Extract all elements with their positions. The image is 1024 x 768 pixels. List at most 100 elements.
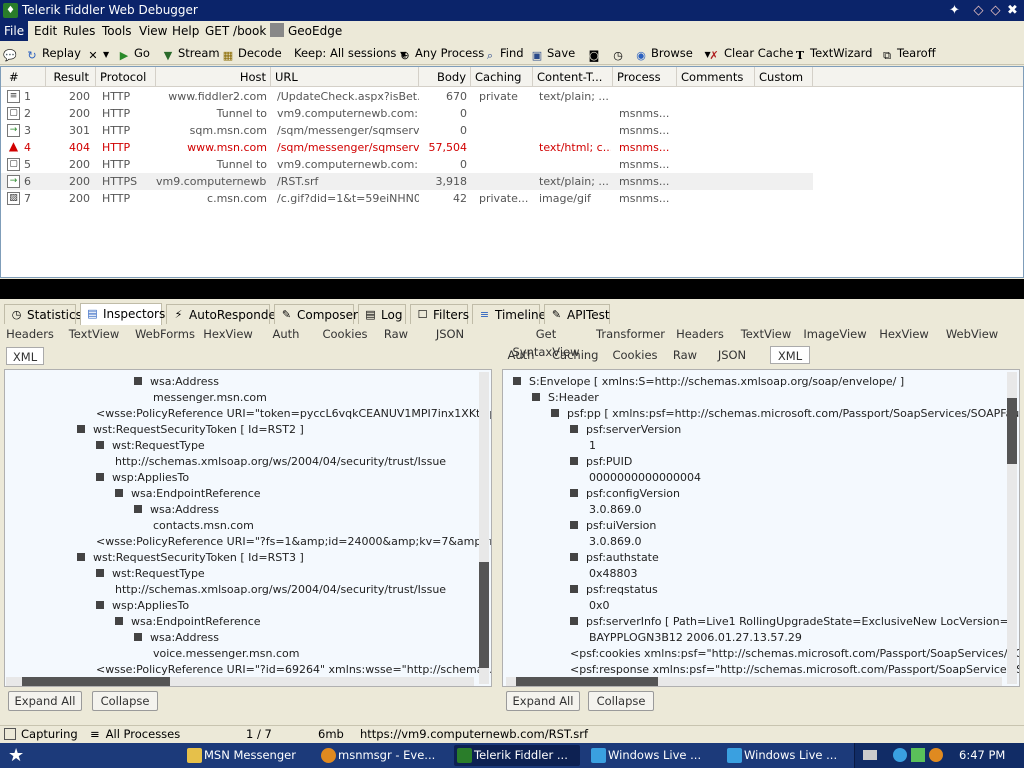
column-header-url[interactable]: URL — [271, 67, 419, 87]
request-tab-webforms[interactable]: WebForms — [134, 325, 196, 343]
xml-tree-node[interactable]: wsa:Address — [134, 374, 219, 390]
session-row[interactable]: ▨ 7 200 HTTP c.msn.com/c.gif?did=1&t=59eiNHN… — [1, 190, 813, 207]
request-tab-textview[interactable]: TextView — [64, 325, 124, 343]
find-button[interactable]: ⌕ Find — [483, 44, 524, 62]
xml-tree-node[interactable]: 0x48803 — [589, 566, 638, 582]
response-tab-xml[interactable]: XML — [770, 346, 810, 364]
browse-button[interactable]: ◉ Browse ▼ — [634, 44, 711, 62]
comment-button[interactable]: 💬 — [3, 44, 23, 62]
xml-tree-node[interactable]: 0000000000000004 — [589, 470, 701, 486]
response-tab-json[interactable]: JSON — [712, 346, 752, 364]
xml-tree-node[interactable]: 0x0 — [589, 598, 610, 614]
column-header-num[interactable]: # — [1, 67, 46, 87]
xml-tree-node[interactable]: wsa:EndpointReference — [115, 614, 261, 630]
xml-tree-node[interactable]: wsa:Address — [134, 502, 219, 518]
xml-tree-node[interactable]: contacts.msn.com — [153, 518, 254, 534]
menu-file[interactable]: File — [0, 21, 29, 41]
xml-tree-node[interactable]: <wsse:PolicyReference URI="?id=69264" xm… — [96, 662, 491, 678]
column-header-comments[interactable]: Comments — [677, 67, 755, 87]
network-tray-icon[interactable] — [911, 748, 925, 762]
clear-cache-button[interactable]: ✗ Clear Cache — [707, 44, 793, 62]
xml-tree-node[interactable]: wst:RequestSecurityToken [ Id=RST3 ] — [77, 550, 304, 566]
column-header-caching[interactable]: Caching — [471, 67, 533, 87]
response-tab-cookies[interactable]: Cookies — [610, 346, 660, 364]
menu-geoedge[interactable]: GeoEdge — [266, 21, 346, 41]
response-tab-get-syntaxview[interactable]: Get SyntaxView — [502, 325, 590, 359]
decode-button[interactable]: ▦ Decode — [221, 44, 282, 62]
response-tab-raw[interactable]: Raw — [668, 346, 702, 364]
xml-tree-node[interactable]: voice.messenger.msn.com — [153, 646, 299, 662]
process-filter[interactable]: ≡ All Processes — [90, 726, 180, 743]
xml-tree-node[interactable]: wsa:EndpointReference — [115, 486, 261, 502]
xml-tree-node[interactable]: 1 — [589, 438, 596, 454]
menu-get-book[interactable]: GET /book — [201, 21, 270, 41]
menu-view[interactable]: View — [135, 21, 171, 41]
xml-tree-node[interactable]: wsp:AppliesTo — [96, 470, 189, 486]
column-header-result[interactable]: Result — [46, 67, 96, 87]
request-tab-xml[interactable]: XML — [6, 347, 44, 365]
column-header-process[interactable]: Process — [613, 67, 677, 87]
xml-tree-node[interactable]: psf:serverVersion — [570, 422, 681, 438]
response-tab-webview[interactable]: WebView — [944, 325, 1000, 343]
clock[interactable]: 6:47 PM — [959, 743, 1005, 768]
response-tab-auth[interactable]: Auth — [502, 346, 540, 364]
xml-tree-node[interactable]: 3.0.869.0 — [589, 534, 641, 550]
tab-statistics[interactable]: ◷ Statistics — [4, 304, 82, 324]
menu-tools[interactable]: Tools — [98, 21, 136, 41]
timer-button[interactable]: ◷ — [611, 44, 629, 62]
xml-tree-node[interactable]: psf:configVersion — [570, 486, 680, 502]
xml-tree-node[interactable]: psf:serverInfo [ Path=Live1 RollingUpgra… — [570, 614, 1019, 630]
xml-tree-node[interactable]: wsp:AppliesTo — [96, 598, 189, 614]
start-button[interactable]: ★ — [2, 745, 32, 766]
tab-autoresponder[interactable]: ⚡ AutoResponder — [166, 304, 281, 324]
close-icon[interactable]: ✖ — [1004, 2, 1021, 19]
save-button[interactable]: ▣ Save — [530, 44, 575, 62]
response-vertical-scroll-thumb[interactable] — [1007, 398, 1017, 464]
session-row[interactable]: ▢ 5 200 HTTP Tunnel to vm9.computernewb.com:.… — [1, 156, 813, 173]
response-collapse-button[interactable]: Collapse — [588, 691, 654, 711]
xml-tree-node[interactable]: messenger.msn.com — [153, 390, 267, 406]
taskbar-item-msn-messenger[interactable]: MSN Messenger — [184, 745, 310, 766]
xml-tree-node[interactable]: psf:uiVersion — [570, 518, 656, 534]
session-row[interactable]: ▢ 2 200 HTTP Tunnel to vm9.computernewb.com:.… — [1, 105, 813, 122]
request-collapse-button[interactable]: Collapse — [92, 691, 158, 711]
xml-tree-node[interactable]: <psf:cookies xmlns:psf="http://schemas.m… — [570, 646, 1019, 662]
textwizard-button[interactable]: T TextWizard — [793, 44, 873, 62]
taskbar-item-windows-live-1[interactable]: Windows Live ... — [588, 745, 714, 766]
response-tab-textview[interactable]: TextView — [736, 325, 796, 343]
xml-tree-node[interactable]: http://schemas.xmlsoap.org/ws/2004/04/se… — [115, 454, 446, 470]
xml-tree-node[interactable]: psf:authstate — [570, 550, 659, 566]
xml-tree-node[interactable]: S:Envelope [ xmlns:S=http://schemas.xmls… — [513, 374, 904, 390]
request-horizontal-scroll-thumb[interactable] — [22, 677, 170, 686]
response-horizontal-scroll-thumb[interactable] — [516, 677, 658, 686]
session-row[interactable]: ≡ 1 200 HTTP www.fiddler2.com/UpdateCheck.as… — [1, 88, 813, 105]
request-horizontal-scrollbar[interactable] — [6, 677, 474, 686]
xml-tree-node[interactable]: wst:RequestSecurityToken [ Id=RST2 ] — [77, 422, 304, 438]
xml-tree-node[interactable]: wst:RequestType — [96, 438, 205, 454]
column-header-protocol[interactable]: Protocol — [96, 67, 156, 87]
restore-icon[interactable]: ◇ — [987, 2, 1004, 19]
messenger-tray-icon[interactable] — [893, 748, 907, 762]
tab-apitest[interactable]: ✎ APITest — [544, 304, 610, 324]
response-tab-headers[interactable]: Headers — [670, 325, 730, 343]
xml-tree-node[interactable]: wst:RequestType — [96, 566, 205, 582]
response-tab-caching[interactable]: Caching — [552, 346, 598, 364]
xml-tree-node[interactable]: <psf:response xmlns:psf="http://schemas.… — [570, 662, 1019, 678]
xml-tree-node[interactable]: psf:pp [ xmlns:psf=http://schemas.micros… — [551, 406, 1019, 422]
replay-button[interactable]: ↻ Replay — [25, 44, 81, 62]
response-tab-imageview[interactable]: ImageView — [802, 325, 868, 343]
keep-sessions-dropdown[interactable]: Keep: All sessions ▼ — [294, 44, 406, 62]
column-header-custom[interactable]: Custom — [755, 67, 813, 87]
go-button[interactable]: ▶ Go — [117, 44, 150, 62]
tab-log[interactable]: ▤ Log — [358, 304, 406, 324]
request-tab-headers[interactable]: Headers — [6, 325, 54, 343]
column-header-body[interactable]: Body — [419, 67, 471, 87]
xml-tree-node[interactable]: <wsse:PolicyReference URI="token=pyccL6v… — [96, 406, 491, 422]
request-tab-cookies[interactable]: Cookies — [318, 325, 372, 343]
menu-rules[interactable]: Rules — [59, 21, 99, 41]
splitter-bar[interactable] — [0, 279, 1024, 299]
xml-tree-node[interactable]: psf:PUID — [570, 454, 632, 470]
taskbar-item-fiddler[interactable]: Telerik Fiddler ... — [454, 745, 580, 766]
pin-icon[interactable]: ✦ — [946, 2, 963, 19]
response-tab-transformer[interactable]: Transformer — [596, 325, 665, 343]
